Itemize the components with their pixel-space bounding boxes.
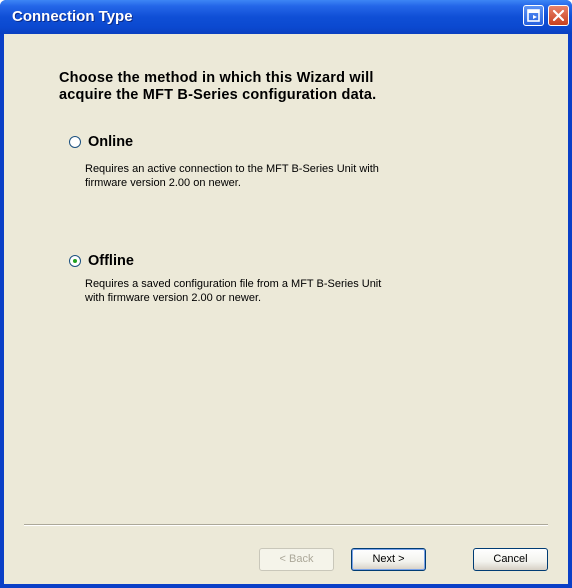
heading-line-2: acquire the MFT B-Series configuration d…	[59, 87, 377, 103]
online-option[interactable]: Online	[69, 134, 133, 150]
offline-desc-line-2: with firmware version 2.00 or newer.	[85, 292, 262, 304]
close-icon	[552, 9, 565, 22]
online-desc-line-2: firmware version 2.00 on newer.	[85, 177, 241, 189]
close-button[interactable]	[548, 5, 569, 26]
restore-button[interactable]	[523, 5, 544, 26]
online-desc-line-1: Requires an active connection to the MFT…	[85, 163, 379, 175]
online-label[interactable]: Online	[88, 134, 133, 150]
wizard-window: Connection Type Choose the method in whi…	[0, 0, 572, 588]
wizard-heading: Choose the method in which this Wizard w…	[59, 70, 479, 104]
offline-option[interactable]: Offline	[69, 253, 134, 269]
offline-description: Requires a saved configuration file from…	[85, 277, 485, 305]
online-description: Requires an active connection to the MFT…	[85, 162, 485, 190]
offline-label[interactable]: Offline	[88, 253, 134, 269]
online-radio[interactable]	[69, 136, 81, 148]
button-divider	[24, 524, 548, 526]
restore-icon	[527, 9, 540, 22]
back-button[interactable]: < Back	[259, 548, 334, 571]
cancel-button[interactable]: Cancel	[473, 548, 548, 571]
heading-line-1: Choose the method in which this Wizard w…	[59, 70, 374, 86]
window-title: Connection Type	[12, 8, 133, 25]
offline-desc-line-1: Requires a saved configuration file from…	[85, 278, 382, 290]
next-button[interactable]: Next >	[351, 548, 426, 571]
dialog-body: Choose the method in which this Wizard w…	[4, 34, 568, 584]
offline-radio[interactable]	[69, 255, 81, 267]
title-bar[interactable]: Connection Type	[0, 0, 572, 34]
